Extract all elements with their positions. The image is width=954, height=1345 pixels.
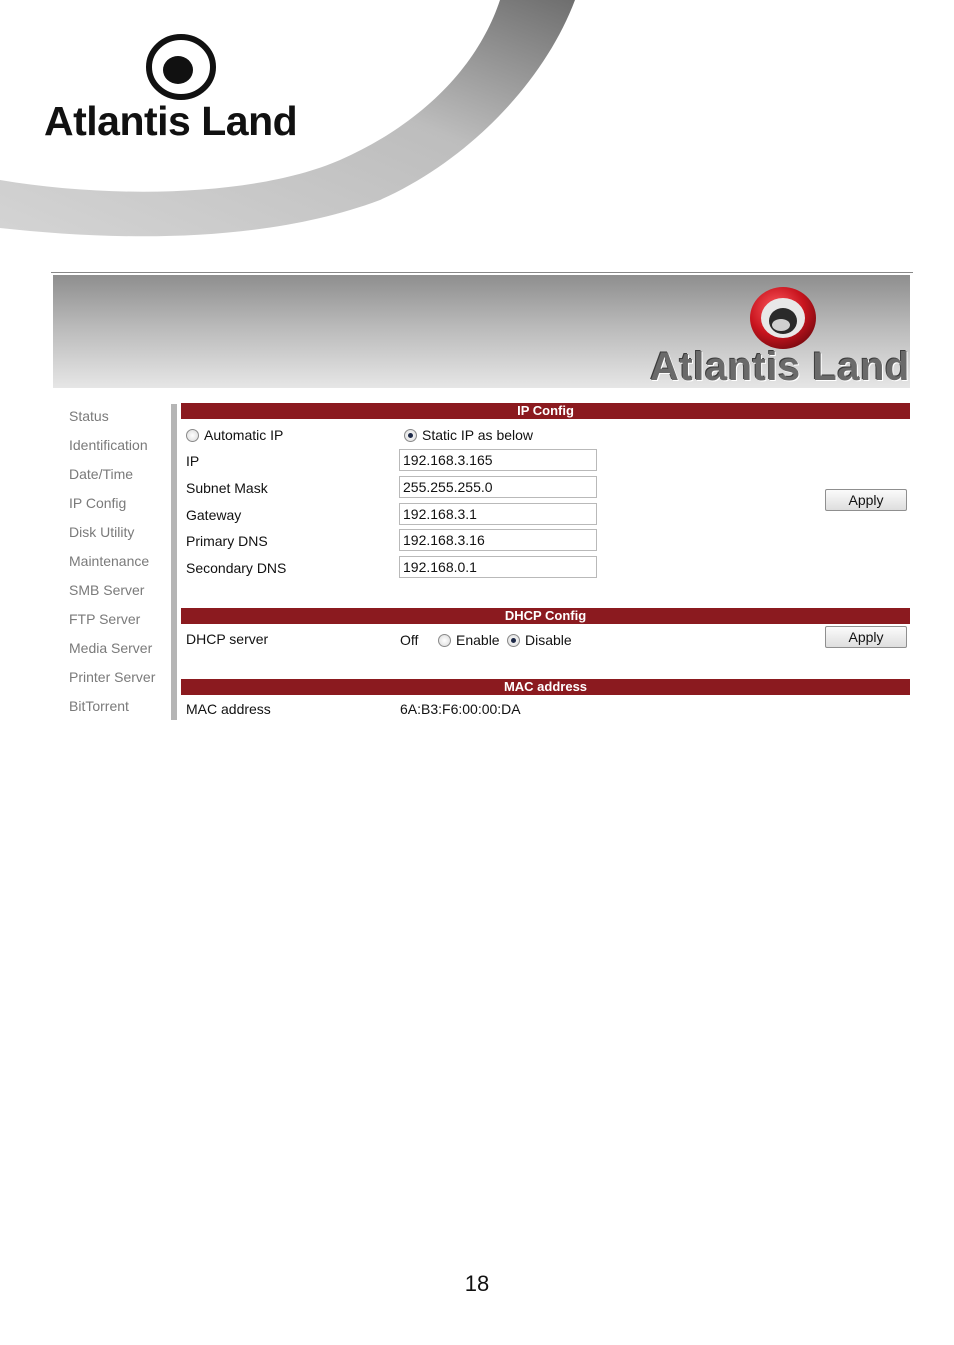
mac-address-value: 6A:B3:F6:00:00:DA bbox=[400, 701, 521, 717]
dhcp-config-header: DHCP Config bbox=[181, 608, 910, 624]
secondary-dns-input[interactable] bbox=[399, 556, 597, 578]
sidebar-item-media-server[interactable]: Media Server bbox=[60, 634, 172, 663]
static-ip-option[interactable]: Static IP as below bbox=[404, 427, 533, 443]
subnet-mask-label: Subnet Mask bbox=[186, 480, 268, 496]
sidebar-item-date-time[interactable]: Date/Time bbox=[60, 460, 172, 489]
gateway-label: Gateway bbox=[186, 507, 242, 523]
screenshot-top-rule bbox=[51, 272, 913, 273]
static-ip-label: Static IP as below bbox=[422, 427, 534, 443]
subnet-mask-row: Subnet Mask bbox=[181, 476, 910, 500]
ip-input[interactable] bbox=[399, 449, 597, 471]
ip-row: IP bbox=[181, 449, 910, 473]
dhcp-status-text: Off bbox=[400, 632, 419, 648]
mac-address-label: MAC address bbox=[186, 701, 271, 717]
doc-logo-icon bbox=[146, 34, 216, 100]
sidebar-divider bbox=[171, 404, 177, 720]
sidebar-item-disk-utility[interactable]: Disk Utility bbox=[60, 518, 172, 547]
static-ip-radio[interactable] bbox=[404, 428, 417, 442]
sidebar-item-maintenance[interactable]: Maintenance bbox=[60, 547, 172, 576]
app-banner: Atlantis Land bbox=[53, 275, 910, 389]
sidebar-item-ip-config[interactable]: IP Config bbox=[60, 489, 172, 518]
primary-dns-row: Primary DNS bbox=[181, 529, 910, 553]
sidebar-item-bittorrent[interactable]: BitTorrent bbox=[60, 692, 172, 721]
banner-logo-text: Atlantis Land bbox=[650, 345, 910, 389]
dhcp-enable-option[interactable]: Enable bbox=[438, 632, 500, 648]
gateway-row: Gateway bbox=[181, 503, 910, 527]
dhcp-disable-radio[interactable] bbox=[507, 633, 520, 647]
dhcp-enable-label: Enable bbox=[456, 632, 500, 648]
automatic-ip-label: Automatic IP bbox=[204, 427, 284, 443]
automatic-ip-radio[interactable] bbox=[186, 428, 199, 442]
secondary-dns-label: Secondary DNS bbox=[186, 560, 287, 576]
subnet-mask-input[interactable] bbox=[399, 476, 597, 498]
automatic-ip-option[interactable]: Automatic IP bbox=[186, 427, 283, 443]
secondary-dns-row: Secondary DNS bbox=[181, 556, 910, 580]
banner-logo-icon bbox=[750, 287, 816, 349]
mac-address-header: MAC address bbox=[181, 679, 910, 695]
dhcp-disable-label: Disable bbox=[525, 632, 572, 648]
dhcp-enable-radio[interactable] bbox=[438, 633, 451, 647]
sidebar-item-status[interactable]: Status bbox=[60, 402, 172, 431]
ip-label: IP bbox=[186, 453, 200, 469]
sidebar-item-identification[interactable]: Identification bbox=[60, 431, 172, 460]
gateway-input[interactable] bbox=[399, 503, 597, 525]
ip-config-header: IP Config bbox=[181, 403, 910, 419]
dhcp-server-label: DHCP server bbox=[186, 631, 269, 647]
primary-dns-label: Primary DNS bbox=[186, 533, 268, 549]
sidebar-item-ftp-server[interactable]: FTP Server bbox=[60, 605, 172, 634]
sidebar-item-printer-server[interactable]: Printer Server bbox=[60, 663, 172, 692]
dhcp-config-apply-button[interactable]: Apply bbox=[825, 626, 907, 648]
doc-logo-text: Atlantis Land bbox=[44, 98, 298, 144]
primary-dns-input[interactable] bbox=[399, 529, 597, 551]
page-number: 18 bbox=[464, 1271, 490, 1296]
ip-config-apply-button[interactable]: Apply bbox=[825, 489, 907, 511]
sidebar-item-smb-server[interactable]: SMB Server bbox=[60, 576, 172, 605]
dhcp-disable-option[interactable]: Disable bbox=[507, 632, 572, 648]
sidebar-nav: Status Identification Date/Time IP Confi… bbox=[60, 402, 172, 721]
